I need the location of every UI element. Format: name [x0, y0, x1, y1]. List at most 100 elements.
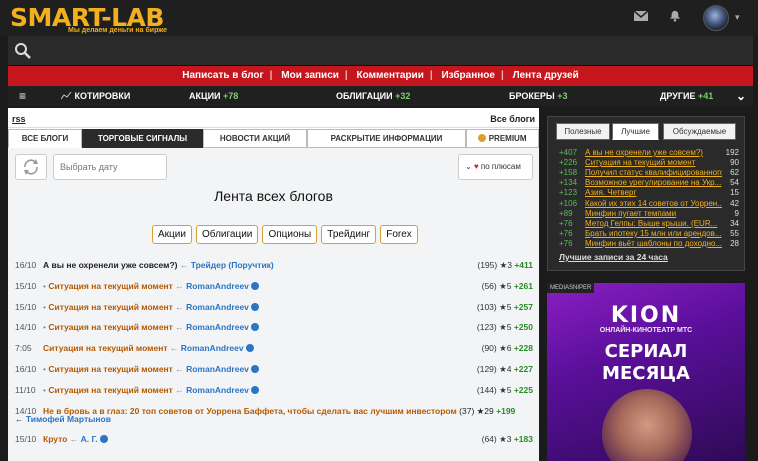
user-actions-bar: Написать в блог | Мои записи | Комментарии… — [8, 66, 753, 86]
post-title[interactable]: Ситуация на текущий момент — [48, 385, 173, 395]
search-bar[interactable] — [8, 36, 753, 66]
ad-brand: KION — [610, 303, 682, 328]
post-stats: (123) ★5 +250 — [476, 322, 533, 333]
post-score: +106 — [559, 198, 578, 208]
post-line: Не в бровь а в глаз: 20 топ советов от У… — [43, 405, 516, 416]
date-picker-input[interactable]: Выбрать дату — [53, 154, 167, 180]
post-title[interactable]: Круто — [43, 434, 67, 444]
my-posts-link[interactable]: Мои записи — [281, 70, 339, 81]
write-blog-link[interactable]: Написать в блог — [182, 70, 263, 81]
post-author[interactable]: RomanAndreev — [186, 385, 249, 395]
ad-headline: СЕРИАЛ МЕСЯЦА — [602, 341, 690, 384]
nav-stocks[interactable]: АКЦИИ +78 — [189, 86, 238, 106]
post-author[interactable]: RomanAndreev — [186, 322, 249, 332]
sort-dropdown[interactable]: ⌄ ♥ по плюсам — [458, 154, 533, 180]
site-tagline: Мы делаем деньги на бирже — [68, 27, 168, 34]
favorites-link[interactable]: Избранное — [441, 70, 495, 81]
comments-link[interactable]: Комментарии — [357, 70, 424, 81]
nav-other[interactable]: ДРУГИЕ +41 — [660, 86, 713, 106]
post-score: +76 — [559, 228, 573, 238]
post-line: Ситуация на текущий момент ← RomanAndree… — [43, 338, 254, 359]
comment-count: 28 — [730, 238, 739, 248]
top-post-item: +76 Брать ипотеку 15 млн или арендов... 55 — [559, 229, 739, 239]
post-score: +407 — [559, 148, 578, 157]
nav-bonds[interactable]: ОБЛИГАЦИИ +32 — [336, 86, 410, 106]
post-link[interactable]: Брать ипотеку 15 млн или арендов... — [585, 229, 722, 239]
post-title[interactable]: Ситуация на текущий момент — [48, 302, 173, 312]
post-link[interactable]: Минфин пугает темпами — [585, 209, 722, 219]
tab-trading-signals[interactable]: ТОРГОВЫЕ СИГНАЛЫ — [82, 129, 203, 148]
bell-icon[interactable] — [668, 10, 682, 22]
post-author[interactable]: Тимофей Мартынов — [26, 414, 111, 424]
top-post-item: +106 Какой их этих 14 советов от Уоррен..… — [559, 199, 739, 209]
top-post-item: +123 Азия. Четверг 15 — [559, 188, 739, 198]
tag-options[interactable]: Опционы — [262, 225, 318, 244]
best-24h-link[interactable]: Лучшие записи за 24 часа — [559, 252, 668, 262]
search-icon[interactable] — [14, 42, 32, 60]
post-title[interactable]: Ситуация на текущий момент — [48, 322, 173, 332]
top-bar: SMART-LAB Мы делаем деньги на бирже ▾ — [0, 0, 758, 36]
user-avatar[interactable] — [703, 5, 729, 31]
rss-link[interactable]: rss — [12, 114, 26, 124]
ad-banner[interactable]: MEDIASNIPER KION ОНЛАЙН-КИНОТЕАТР МТС СЕ… — [547, 283, 745, 461]
tag-bonds[interactable]: Облигации — [196, 225, 259, 244]
tag-stocks[interactable]: Акции — [152, 225, 192, 244]
post-title[interactable]: А вы не охренели уже совсем?) — [43, 260, 177, 270]
top-post-item: +76 Минфин вьёт шаблоны по доходно... 28 — [559, 239, 739, 249]
post-author[interactable]: Трейдер (Поручтик) — [191, 260, 274, 270]
tab-stock-news[interactable]: НОВОСТИ АКЦИЙ — [203, 129, 307, 148]
post-author[interactable]: RomanAndreev — [186, 281, 249, 291]
post-date: 11/10 — [15, 384, 36, 395]
post-title[interactable]: Ситуация на текущий момент — [43, 343, 168, 353]
post-link[interactable]: Метод Гелпы: Выше крыши. (EUR... — [585, 219, 722, 229]
post-line: • Ситуация на текущий момент ← RomanAndr… — [43, 276, 260, 297]
comment-count: 192 — [725, 148, 739, 157]
post-score: +123 — [559, 188, 578, 198]
page-title: Лента всех блогов — [214, 188, 333, 204]
comment-count: 9 — [734, 208, 739, 218]
chevron-down-icon[interactable]: ⌄ — [736, 86, 746, 106]
tag-trading[interactable]: Трейдинг — [321, 225, 377, 244]
post-author[interactable]: RomanAndreev — [186, 364, 249, 374]
post-link[interactable]: Ситуация на текущий момент — [585, 158, 722, 168]
top-post-item: +407 А вы не охренели уже совсем?) 192 — [559, 148, 739, 158]
comment-count: 34 — [730, 218, 739, 228]
top-posts-widget: Полезные Лучшие Обсуждаемые +407 А вы не … — [547, 116, 745, 271]
post-stats: (129) ★4 +227 — [476, 363, 533, 374]
post-link[interactable]: Минфин вьёт шаблоны по доходно... — [585, 239, 722, 249]
tab-all-blogs[interactable]: ВСЕ БЛОГИ — [8, 129, 82, 148]
post-author[interactable]: RomanAndreev — [186, 302, 249, 312]
mail-icon[interactable] — [634, 10, 648, 22]
tab-premium[interactable]: PREMIUM — [466, 129, 539, 148]
refresh-button[interactable] — [15, 154, 47, 180]
friends-feed-link[interactable]: Лента друзей — [513, 70, 579, 81]
post-title[interactable]: Ситуация на текущий момент — [48, 364, 173, 374]
tab-discussed[interactable]: Обсуждаемые — [663, 123, 736, 140]
comment-count: 15 — [730, 188, 739, 198]
post-title[interactable]: Ситуация на текущий момент — [48, 281, 173, 291]
post-date: 15/10 — [15, 433, 37, 444]
post-link[interactable]: Какой их этих 14 советов от Уоррен... — [585, 199, 722, 209]
post-link[interactable]: Получил статус квалифицированного — [585, 168, 722, 178]
tab-disclosure[interactable]: РАСКРЫТИЕ ИНФОРМАЦИИ — [307, 129, 466, 148]
post-author[interactable]: RomanAndreev — [181, 343, 244, 353]
post-link[interactable]: Возможное урегулирование на Укр... — [585, 178, 722, 188]
post-score: +158 — [559, 168, 578, 178]
post-link[interactable]: Азия. Четверг — [585, 188, 722, 198]
post-score: +76 — [559, 218, 573, 228]
comment-count: 90 — [730, 158, 739, 168]
post-line: • Ситуация на текущий момент ← RomanAndr… — [43, 359, 260, 380]
post-line: • Ситуация на текущий момент ← RomanAndr… — [43, 297, 260, 318]
chevron-down-icon: ⌄ — [465, 162, 472, 171]
menu-icon[interactable]: ≡ — [19, 86, 26, 106]
tab-useful[interactable]: Полезные — [556, 123, 610, 140]
verified-icon — [251, 364, 260, 373]
chevron-down-icon[interactable]: ▾ — [735, 12, 740, 23]
tag-forex[interactable]: Forex — [380, 225, 418, 244]
post-date: 14/10 — [15, 322, 37, 333]
post-author[interactable]: А. Г. — [81, 434, 98, 444]
post-link[interactable]: А вы не охренели уже совсем?) — [585, 148, 722, 158]
nav-brokers[interactable]: БРОКЕРЫ +3 — [509, 86, 567, 106]
tab-best[interactable]: Лучшие — [612, 123, 659, 140]
nav-quotes[interactable]: КОТИРОВКИ — [60, 86, 130, 106]
